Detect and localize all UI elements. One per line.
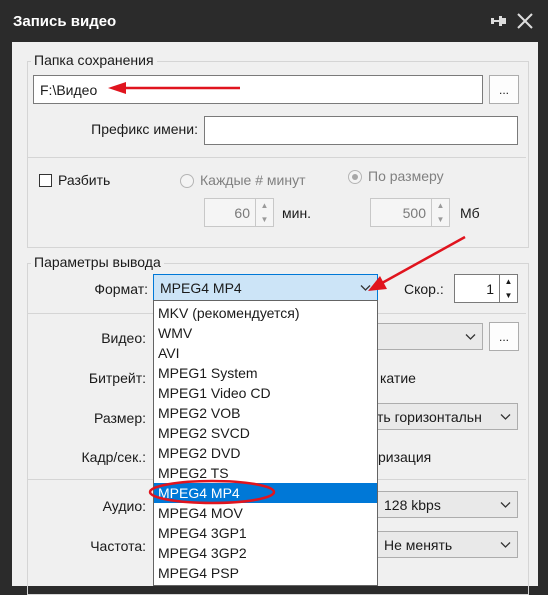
video-recording-window: Запись видео Папка сохранения F:\Видео .… [0, 0, 548, 595]
annotation-highlight-ellipse [148, 479, 276, 505]
annotation-overlay [108, 82, 466, 505]
annotation-arrow-icon [108, 82, 126, 94]
annotation-arrow-icon [368, 276, 387, 291]
